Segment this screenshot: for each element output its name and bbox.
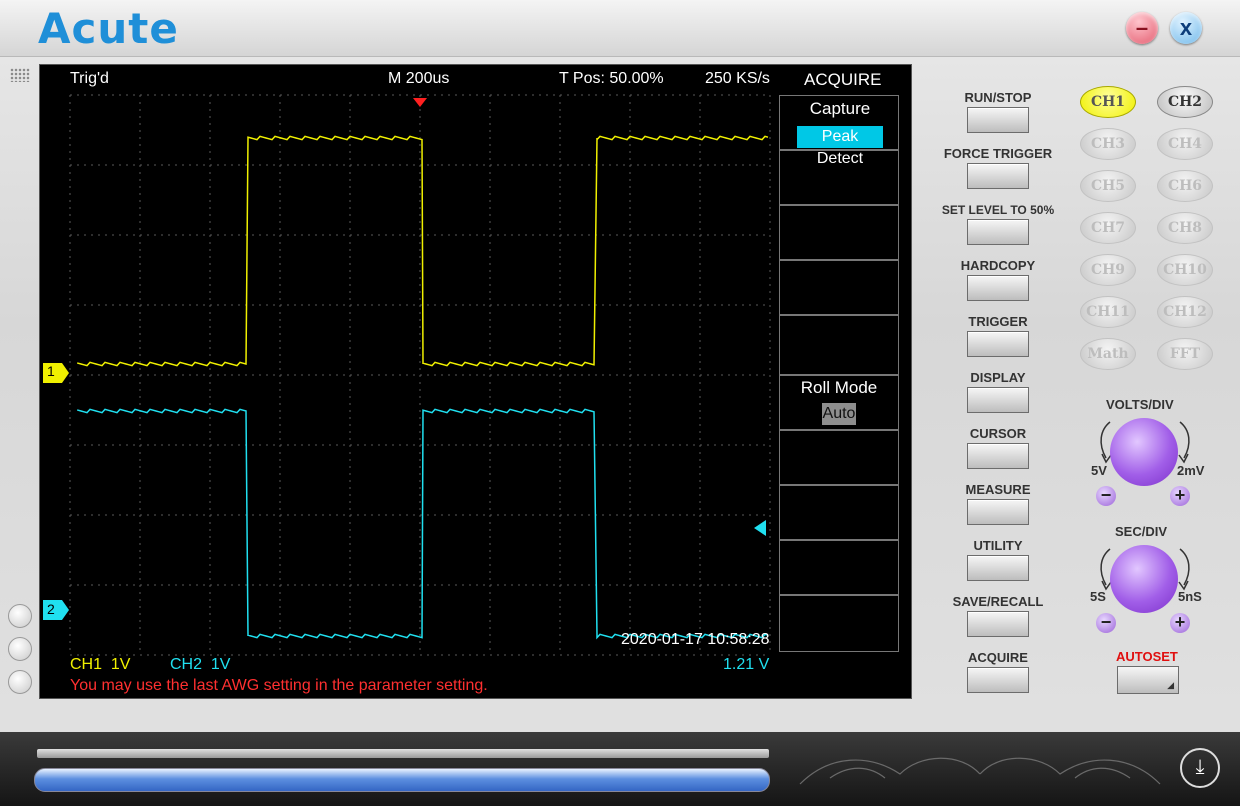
ch9-button[interactable]: CH9 (1080, 254, 1136, 286)
acquire-menu: Capture Peak Detect Roll Mode Auto (779, 95, 899, 652)
ch4-button[interactable]: CH4 (1157, 128, 1213, 160)
waveform-position-slider[interactable] (34, 768, 770, 792)
acquire-button[interactable] (967, 667, 1029, 693)
force-trigger-label: FORCE TRIGGER (943, 146, 1053, 161)
menu-cell-empty-2 (779, 205, 899, 260)
ch1-marker-label: 1 (47, 363, 55, 379)
menu-cell-empty-5 (779, 430, 899, 485)
trigger-button[interactable] (967, 331, 1029, 357)
ch1-scale-label: CH1 1V (70, 656, 130, 674)
save-recall-label: SAVE/RECALL (952, 594, 1044, 609)
trigger-position-icon (413, 98, 427, 107)
ch3-button[interactable]: CH3 (1080, 128, 1136, 160)
menu-cell-empty-1 (779, 150, 899, 205)
autoset-button[interactable]: ◢ (1117, 666, 1179, 694)
ch8-button[interactable]: CH8 (1157, 212, 1213, 244)
side-button-1[interactable] (8, 604, 32, 628)
trigger-status: Trig'd (70, 70, 109, 87)
grip-icon[interactable] (10, 68, 30, 82)
hardcopy-button[interactable] (967, 275, 1029, 301)
menu-cell-empty-6 (779, 485, 899, 540)
acquire-menu-title: ACQUIRE (804, 70, 882, 89)
sec-div-knob[interactable] (1110, 545, 1178, 613)
roll-mode-label: Roll Mode (800, 378, 878, 397)
volts-div-minus-button[interactable]: − (1096, 486, 1116, 506)
side-button-3[interactable] (8, 670, 32, 694)
run-stop-label: RUN/STOP (964, 90, 1032, 105)
menu-cell-empty-8 (779, 595, 899, 652)
ch2-waveform (77, 408, 769, 640)
trigger-level-icon (754, 520, 766, 536)
fft-button[interactable]: FFT (1157, 338, 1213, 370)
sec-div-plus-button[interactable]: + (1170, 613, 1190, 633)
ch1-label: CH1 (70, 656, 103, 673)
sec-div-max: 5nS (1178, 589, 1202, 604)
timebase-readout: M 200us (388, 70, 450, 87)
status-message: You may use the last AWG setting in the … (70, 677, 488, 694)
sample-rate-readout: 250 KS/s (705, 70, 770, 87)
ch5-button[interactable]: CH5 (1080, 170, 1136, 202)
app-logo: Acute (38, 4, 179, 53)
volts-div-knob[interactable] (1110, 418, 1178, 486)
cursor-button[interactable] (967, 443, 1029, 469)
ch11-button[interactable]: CH11 (1080, 296, 1136, 328)
volts-div-title: VOLTS/DIV (1106, 397, 1174, 412)
ch2-marker-label: 2 (47, 601, 55, 617)
scroll-track[interactable] (37, 749, 769, 758)
scope-screen[interactable]: Trig'd M 200us T Pos: 50.00% 250 KS/s AC… (39, 64, 912, 699)
run-stop-button[interactable] (967, 107, 1029, 133)
ch2-scale-label: CH2 1V (170, 656, 230, 674)
set-level-label: SET LEVEL TO 50% (941, 203, 1055, 217)
ch10-button[interactable]: CH10 (1157, 254, 1213, 286)
volts-div-max: 2mV (1177, 463, 1205, 478)
resize-icon[interactable]: ⤓ (1180, 748, 1220, 788)
menu-cell-capture[interactable]: Capture Peak Detect (779, 95, 899, 167)
autoset-label: AUTOSET (1116, 649, 1178, 664)
corner-triangle-icon: ◢ (1167, 680, 1174, 690)
ch1-waveform (77, 135, 769, 367)
side-button-2[interactable] (8, 637, 32, 661)
utility-button[interactable] (967, 555, 1029, 581)
cursor-label: CURSOR (969, 426, 1027, 441)
minimize-button[interactable]: – (1126, 12, 1158, 44)
hardcopy-label: HARDCOPY (960, 258, 1036, 273)
roll-mode-value[interactable]: Auto (822, 403, 856, 425)
capture-value[interactable]: Peak Detect (797, 126, 883, 167)
display-button[interactable] (967, 387, 1029, 413)
sec-div-minus-button[interactable]: − (1096, 613, 1116, 633)
utility-label: UTILITY (973, 538, 1023, 553)
capture-label: Capture (809, 99, 871, 118)
trigger-position-readout: T Pos: 50.00% (559, 70, 664, 87)
measure-label: MEASURE (965, 482, 1031, 497)
ch7-button[interactable]: CH7 (1080, 212, 1136, 244)
ch2-button[interactable]: CH2 (1157, 86, 1213, 118)
save-recall-button[interactable] (967, 611, 1029, 637)
menu-cell-empty-7 (779, 540, 899, 595)
acquire-label: ACQUIRE (968, 650, 1028, 665)
trigger-level-readout: 1.21 V (723, 656, 770, 673)
display-label: DISPLAY (970, 370, 1026, 385)
graticule (69, 94, 771, 656)
force-trigger-button[interactable] (967, 163, 1029, 189)
title-bar: Acute – x (0, 0, 1240, 57)
close-button[interactable]: x (1170, 12, 1202, 44)
volts-div-min: 5V (1091, 463, 1107, 478)
ch6-button[interactable]: CH6 (1157, 170, 1213, 202)
volts-div-plus-button[interactable]: + (1170, 486, 1190, 506)
ch2-scale: 1V (210, 656, 231, 673)
timestamp: 2020-01-17 10:58:28 (621, 631, 770, 648)
measure-button[interactable] (967, 499, 1029, 525)
math-button[interactable]: Math (1080, 338, 1136, 370)
trigger-label: TRIGGER (968, 314, 1028, 329)
menu-cell-empty-3 (779, 260, 899, 315)
ch1-scale: 1V (110, 656, 131, 673)
sec-div-min: 5S (1090, 589, 1106, 604)
menu-cell-empty-4 (779, 315, 899, 375)
decorative-ornament-icon (799, 757, 1161, 785)
ch12-button[interactable]: CH12 (1157, 296, 1213, 328)
sec-div-title: SEC/DIV (1115, 524, 1168, 539)
set-level-button[interactable] (967, 219, 1029, 245)
ch2-label: CH2 (170, 656, 203, 673)
ch1-button[interactable]: CH1 (1080, 86, 1136, 118)
